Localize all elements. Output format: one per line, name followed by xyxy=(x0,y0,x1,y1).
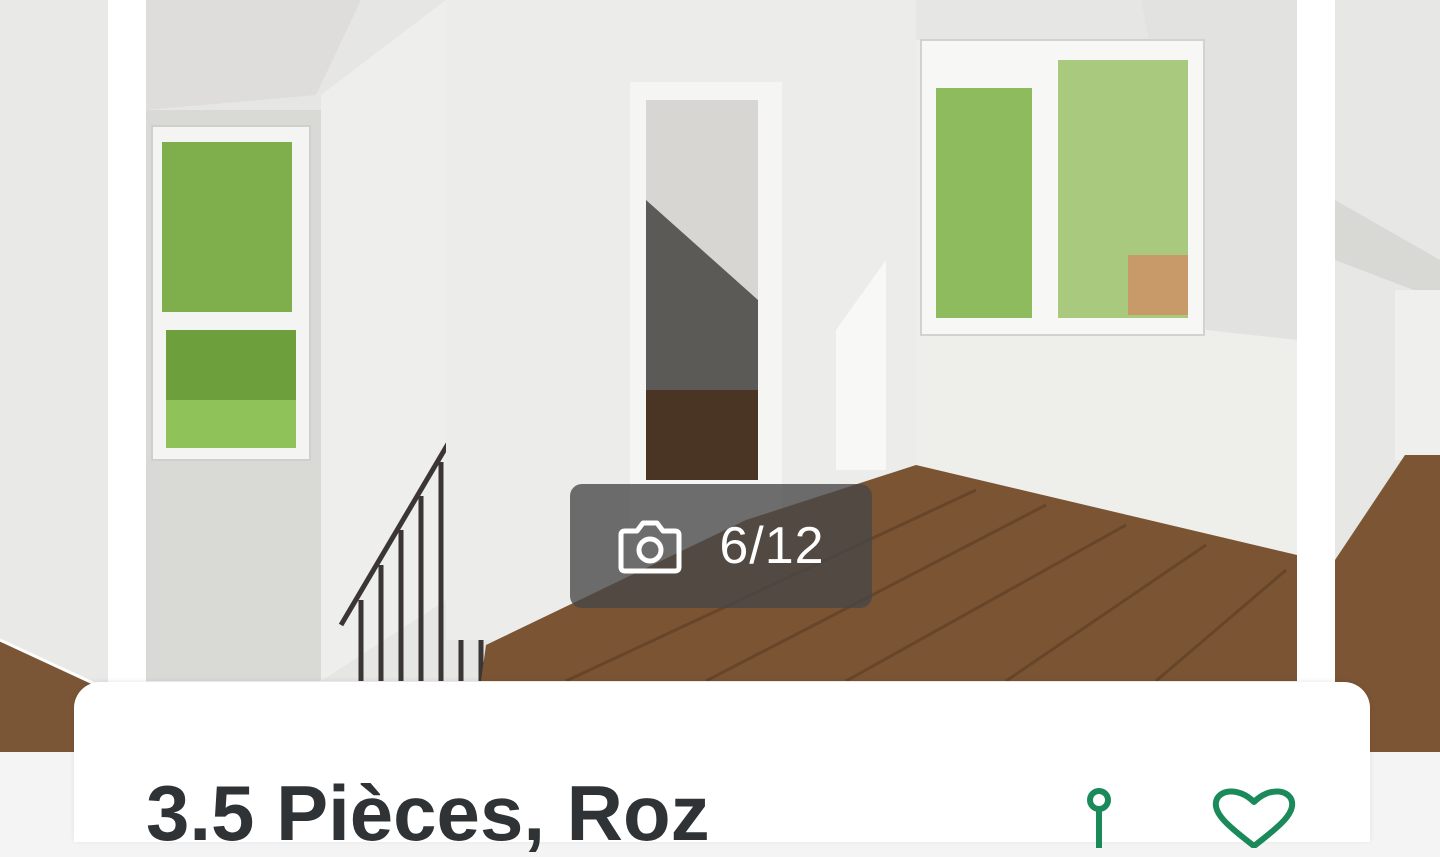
carousel-gap xyxy=(108,0,146,752)
share-icon xyxy=(1087,788,1111,848)
previous-photo[interactable] xyxy=(0,0,108,752)
listing-title: 3.5 Pièces, Roz xyxy=(146,769,710,857)
camera-icon xyxy=(618,520,682,574)
carousel-gap xyxy=(1297,0,1335,752)
heart-icon xyxy=(1212,788,1296,849)
photo-carousel[interactable]: 6/12 xyxy=(0,0,1440,752)
next-photo[interactable] xyxy=(1335,0,1440,752)
photo-counter: 6/12 xyxy=(570,484,872,608)
listing-card: 3.5 Pièces, Roz xyxy=(74,682,1370,852)
share-button[interactable] xyxy=(1064,788,1134,848)
favorite-button[interactable] xyxy=(1208,788,1300,849)
photo-count-text: 6/12 xyxy=(719,517,825,575)
